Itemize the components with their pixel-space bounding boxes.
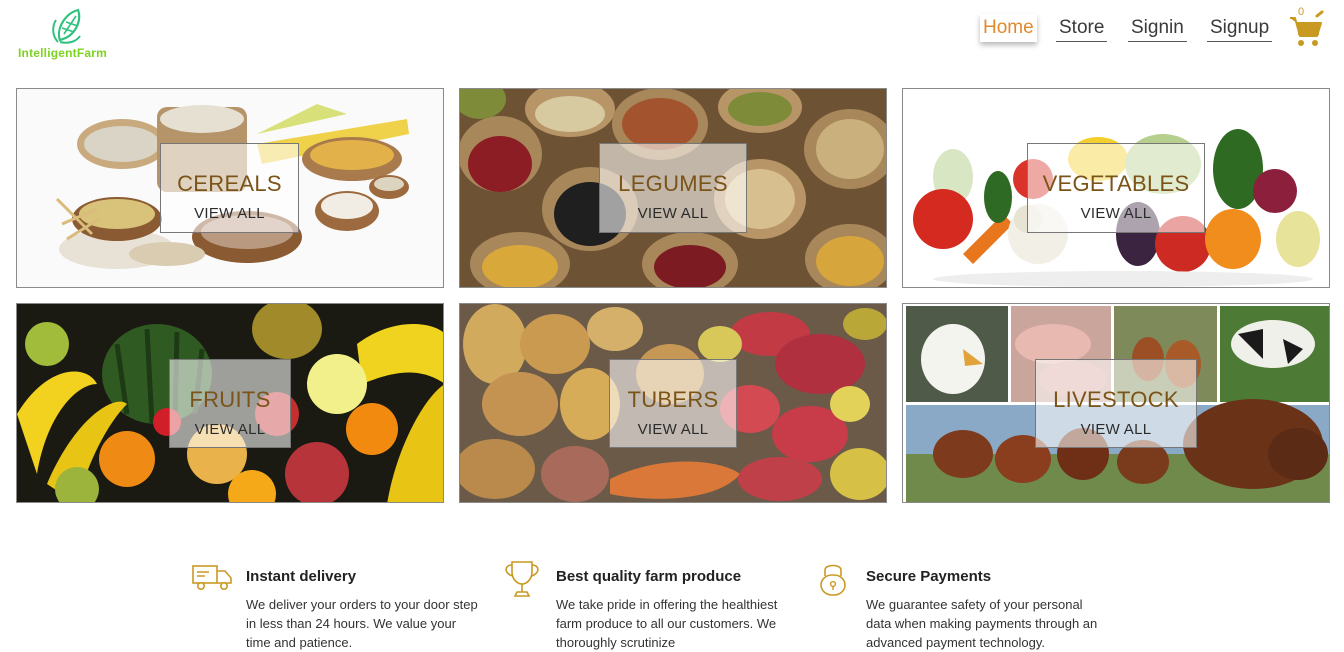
category-title: VEGETABLES <box>1042 171 1190 196</box>
category-overlay: VEGETABLES VIEW ALL <box>1027 143 1205 233</box>
cart-button[interactable]: 0 <box>1284 6 1324 48</box>
category-overlay: LIVESTOCK VIEW ALL <box>1035 359 1197 448</box>
category-overlay: FRUITS VIEW ALL <box>169 359 291 448</box>
category-title: FRUITS <box>189 387 271 412</box>
category-tile-legumes[interactable]: LEGUMES VIEW ALL <box>459 88 887 288</box>
brand-logo[interactable]: IntelligentFarm <box>16 6 116 60</box>
category-title: LEGUMES <box>618 171 728 196</box>
category-title: CEREALS <box>177 171 282 196</box>
feature-text: We deliver your orders to your door step… <box>246 597 478 650</box>
corn-logo-icon <box>52 8 81 44</box>
nav-store-link[interactable]: Store <box>1056 14 1108 42</box>
category-title: TUBERS <box>627 387 719 412</box>
category-tile-fruits[interactable]: FRUITS VIEW ALL <box>16 303 444 503</box>
category-overlay: LEGUMES VIEW ALL <box>599 143 747 233</box>
nav-signin-link[interactable]: Signin <box>1128 14 1187 42</box>
feature-title: Secure Payments <box>866 568 992 585</box>
shopping-cart-icon <box>1290 10 1324 46</box>
feature-title: Instant delivery <box>246 568 357 585</box>
brand-name: IntelligentFarm <box>18 46 108 60</box>
view-all-link[interactable]: VIEW ALL <box>600 205 746 222</box>
category-title: LIVESTOCK <box>1053 387 1179 412</box>
category-tile-vegetables[interactable]: VEGETABLES VIEW ALL <box>902 88 1330 288</box>
category-overlay: CEREALS VIEW ALL <box>160 143 299 233</box>
delivery-truck-icon <box>192 565 232 590</box>
padlock-icon <box>820 564 846 596</box>
view-all-link[interactable]: VIEW ALL <box>170 421 290 438</box>
feature-text: We take pride in offering the healthiest… <box>556 597 778 650</box>
nav-signup-link[interactable]: Signup <box>1207 14 1273 42</box>
trophy-icon <box>505 561 539 597</box>
view-all-link[interactable]: VIEW ALL <box>1036 421 1196 438</box>
category-tile-tubers[interactable]: TUBERS VIEW ALL <box>459 303 887 503</box>
category-overlay: TUBERS VIEW ALL <box>609 359 737 448</box>
view-all-link[interactable]: VIEW ALL <box>1028 205 1204 222</box>
nav-home-link[interactable]: Home <box>980 14 1037 42</box>
feature-title: Best quality farm produce <box>556 568 742 585</box>
category-tile-livestock[interactable]: LIVESTOCK VIEW ALL <box>902 303 1330 503</box>
view-all-link[interactable]: VIEW ALL <box>161 205 298 222</box>
feature-text: We guarantee safety of your personal dat… <box>866 597 1098 650</box>
category-tile-cereals[interactable]: CEREALS VIEW ALL <box>16 88 444 288</box>
view-all-link[interactable]: VIEW ALL <box>610 421 736 438</box>
